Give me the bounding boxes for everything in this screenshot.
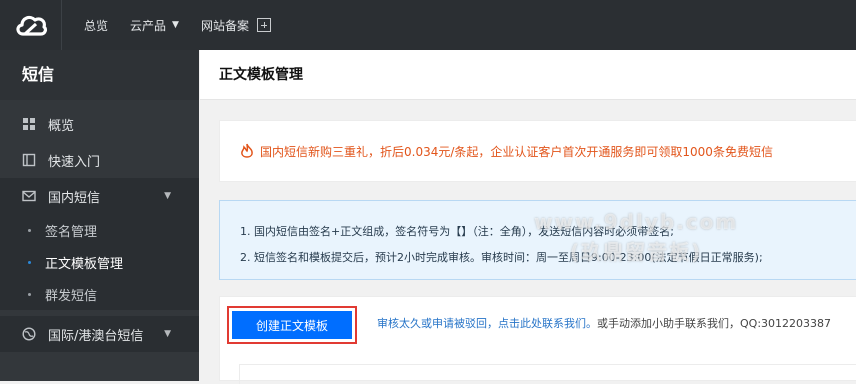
sidebar-subitem-label: 正文模板管理 <box>45 256 124 272</box>
globe-icon <box>22 327 36 341</box>
notice-box: 1. 国内短信由签名+正文组成，签名符号为【】（注：全角），发送短信内容时必须带… <box>219 200 856 280</box>
bullet-icon <box>28 228 31 232</box>
fire-icon <box>241 143 253 158</box>
nav-cloud-products-label: 云产品 <box>130 18 167 33</box>
sidebar-item-label: 快速入门 <box>48 154 101 170</box>
nav-overview[interactable]: 总览 <box>84 17 108 34</box>
caret-down-icon: ▼ <box>172 20 179 30</box>
sidebar-item-quickstart[interactable]: 快速入门 <box>0 142 199 178</box>
grid-icon <box>23 118 35 130</box>
nav-icp-filing[interactable]: 网站备案 <box>201 17 271 34</box>
top-bar: 总览 云产品 ▼ 网站备案 <box>0 0 856 50</box>
page-title: 正文模板管理 <box>200 50 856 100</box>
sidebar-subitem-template[interactable]: 正文模板管理 <box>0 246 199 278</box>
sidebar-item-intl-sms[interactable]: 国际/港澳台短信 ▼ <box>0 316 199 352</box>
sidebar-subitem-signature[interactable]: 签名管理 <box>0 214 199 246</box>
notice-line: 1. 国内短信由签名+正文组成，签名符号为【】（注：全角），发送短信内容时必须带… <box>240 225 674 238</box>
contact-qq-text: 或手动添加小助手联系我们，QQ:3012203387 <box>597 317 832 330</box>
notice-line: 2. 短信签名和模板提交后，预计2小时完成审核。审核时间：周一至周日9:00-2… <box>240 251 763 264</box>
sidebar-item-label: 国际/港澳台短信 <box>48 328 144 344</box>
sidebar-subitem-label: 签名管理 <box>45 224 98 240</box>
sidebar-title: 短信 <box>0 50 199 100</box>
promo-text: 国内短信新购三重礼，折后0.034元/条起，企业认证客户首次开通服务即可领取10… <box>260 144 773 159</box>
sidebar-item-domestic-sms[interactable]: 国内短信 ▼ <box>0 178 199 214</box>
main-content: 正文模板管理 国内短信新购三重礼，折后0.034元/条起，企业认证客户首次开通服… <box>200 50 856 384</box>
mail-icon <box>22 190 36 202</box>
promo-banner[interactable]: 国内短信新购三重礼，折后0.034元/条起，企业认证客户首次开通服务即可领取10… <box>219 120 856 182</box>
bullet-icon <box>28 260 31 264</box>
nav-icp-filing-label: 网站备案 <box>200 18 249 33</box>
template-panel: 创建正文模板 审核太久或申请被驳回，点击此处联系我们。或手动添加小助手联系我们，… <box>219 296 856 384</box>
sidebar-subitem-label: 群发短信 <box>45 288 98 304</box>
sidebar: 短信 概览 快速入门 国内短信 ▼ 签名管理 正文模板管理 群发短信 国际/港澳… <box>0 50 199 381</box>
sidebar-item-label: 国内短信 <box>48 190 101 206</box>
sidebar-subitem-bulk-sms[interactable]: 群发短信 <box>0 278 199 310</box>
template-list-area <box>239 364 856 384</box>
caret-down-icon: ▼ <box>164 329 171 339</box>
book-icon <box>22 153 36 167</box>
sidebar-item-overview[interactable]: 概览 <box>0 106 199 142</box>
cloud-logo-icon[interactable] <box>0 0 62 50</box>
bullet-icon <box>28 292 31 296</box>
add-icon[interactable] <box>256 18 271 32</box>
highlight-box: 创建正文模板 <box>227 306 357 344</box>
caret-down-icon: ▼ <box>164 191 171 201</box>
nav-cloud-products[interactable]: 云产品 ▼ <box>130 17 179 34</box>
contact-link[interactable]: 审核太久或申请被驳回，点击此处联系我们。 <box>377 317 597 330</box>
sidebar-item-label: 概览 <box>48 118 75 134</box>
contact-hint: 审核太久或申请被驳回，点击此处联系我们。或手动添加小助手联系我们，QQ:3012… <box>377 315 831 331</box>
top-nav: 总览 云产品 ▼ 网站备案 <box>62 0 271 50</box>
create-template-button[interactable]: 创建正文模板 <box>232 311 352 339</box>
